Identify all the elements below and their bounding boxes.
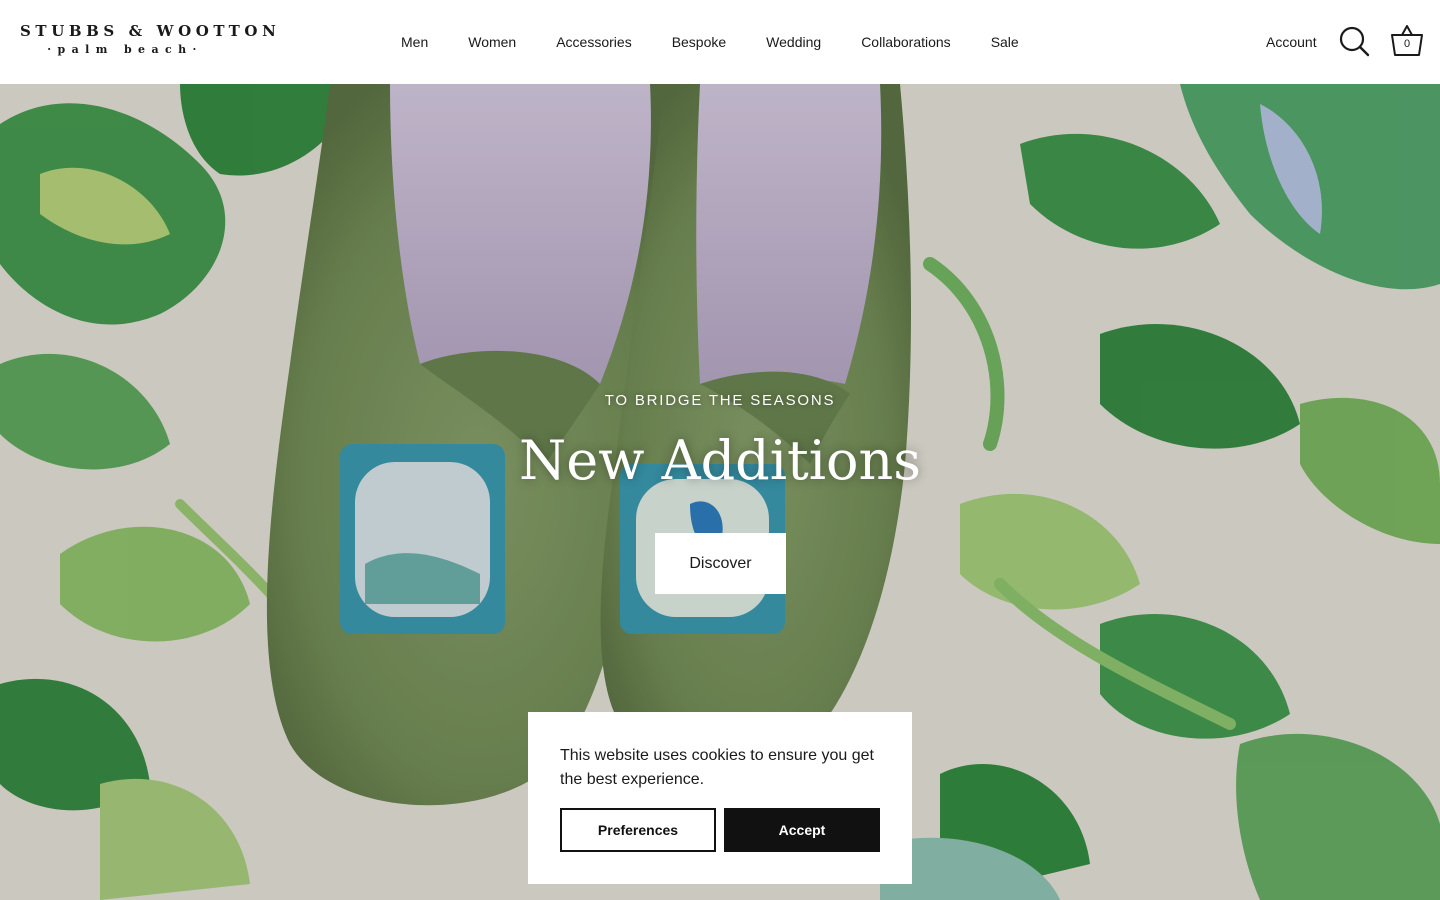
brand-logo[interactable]: STUBBS & WOOTTON ·palm beach· (20, 22, 281, 62)
search-icon (1339, 26, 1370, 57)
nav-item-women[interactable]: Women (448, 0, 536, 84)
discover-button[interactable]: Discover (655, 533, 786, 594)
brand-name: STUBBS & WOOTTON (20, 22, 281, 40)
cookie-message: This website uses cookies to ensure you … (560, 747, 874, 788)
nav-item-wedding[interactable]: Wedding (746, 0, 841, 84)
preferences-button[interactable]: Preferences (560, 808, 716, 852)
main-nav: Men Women Accessories Bespoke Wedding Co… (381, 0, 1039, 84)
account-link[interactable]: Account (1266, 32, 1317, 52)
hero-title: New Additions (519, 429, 921, 492)
cookie-actions: Preferences Accept (560, 808, 880, 852)
cart-count-badge: 0 (1403, 38, 1411, 50)
accept-button[interactable]: Accept (724, 808, 880, 852)
nav-item-collaborations[interactable]: Collaborations (841, 0, 971, 84)
cookie-banner: This website uses cookies to ensure you … (528, 712, 912, 884)
nav-item-sale[interactable]: Sale (971, 0, 1039, 84)
search-button[interactable] (1338, 25, 1370, 57)
brand-tagline: ·palm beach· (47, 43, 203, 56)
cart-button[interactable]: 0 (1389, 24, 1425, 58)
nav-item-men[interactable]: Men (381, 0, 448, 84)
nav-item-bespoke[interactable]: Bespoke (652, 0, 746, 84)
hero-eyebrow: TO BRIDGE THE SEASONS (604, 392, 836, 409)
nav-item-accessories[interactable]: Accessories (536, 0, 651, 84)
site-header: STUBBS & WOOTTON ·palm beach· Men Women … (0, 0, 1440, 84)
